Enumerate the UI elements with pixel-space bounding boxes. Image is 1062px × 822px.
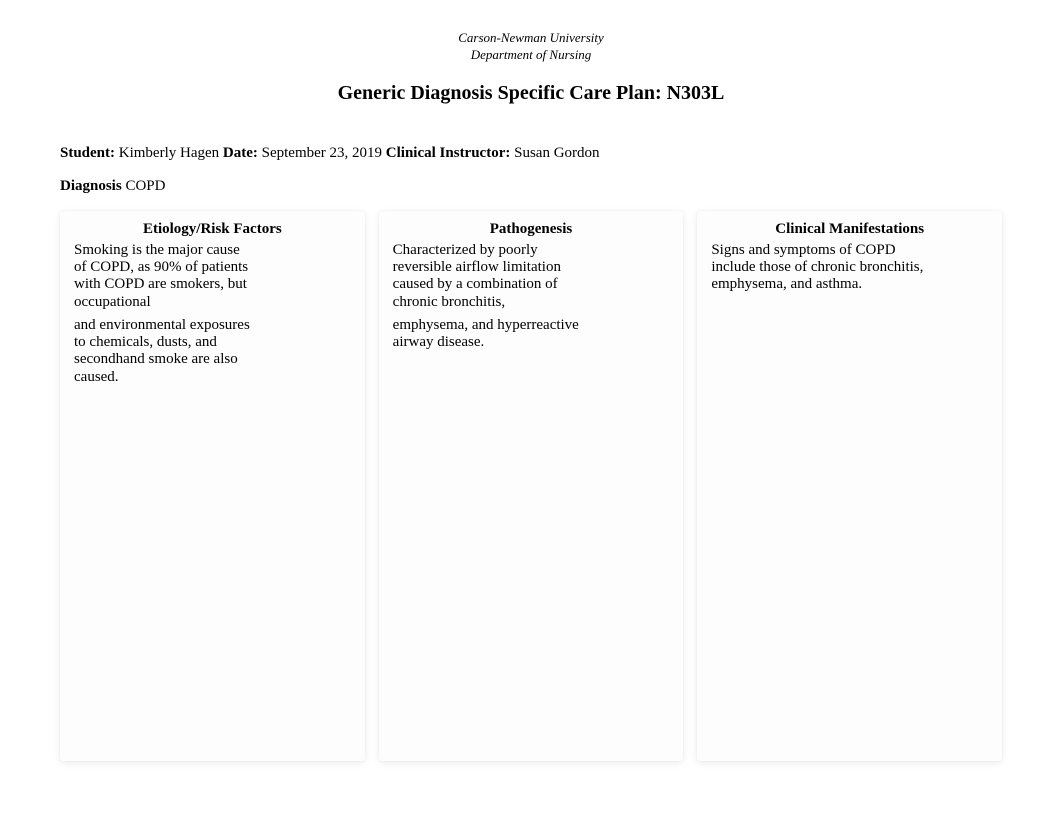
department-name: Department of Nursing <box>60 47 1002 64</box>
manifestations-column: Clinical Manifestations Signs and sympto… <box>697 211 1002 761</box>
date-label: Date: <box>223 145 258 161</box>
instructor-label: Clinical Instructor: <box>386 145 511 161</box>
etiology-header: Etiology/Risk Factors <box>74 221 351 238</box>
student-label: Student: <box>60 145 115 161</box>
pathogenesis-para1: Characterized by poorly reversible airfl… <box>393 242 593 311</box>
document-title: Generic Diagnosis Specific Care Plan: N3… <box>60 82 1002 105</box>
pathogenesis-header: Pathogenesis <box>393 221 670 238</box>
etiology-para2: and environmental exposures to chemicals… <box>74 317 254 386</box>
manifestations-body: Signs and symptoms of COPD include those… <box>711 242 941 294</box>
pathogenesis-body: Characterized by poorly reversible airfl… <box>393 242 593 352</box>
pathogenesis-para2: emphysema, and hyperreactive airway dise… <box>393 317 593 352</box>
diagnosis-value: COPD <box>125 178 165 194</box>
columns-container: Etiology/Risk Factors Smoking is the maj… <box>60 211 1002 761</box>
etiology-column: Etiology/Risk Factors Smoking is the maj… <box>60 211 365 761</box>
manifestations-header: Clinical Manifestations <box>711 221 988 238</box>
university-name: Carson-Newman University <box>60 30 1002 47</box>
date-value: September 23, 2019 <box>262 145 382 161</box>
pathogenesis-column: Pathogenesis Characterized by poorly rev… <box>379 211 684 761</box>
etiology-para1: Smoking is the major cause of COPD, as 9… <box>74 242 254 311</box>
diagnosis-row: Diagnosis COPD <box>60 178 1002 195</box>
instructor-value: Susan Gordon <box>514 145 599 161</box>
manifestations-para1: Signs and symptoms of COPD include those… <box>711 242 941 294</box>
student-value: Kimberly Hagen <box>119 145 219 161</box>
document-page: Carson-Newman University Department of N… <box>0 0 1062 791</box>
diagnosis-label: Diagnosis <box>60 178 122 194</box>
etiology-body: Smoking is the major cause of COPD, as 9… <box>74 242 254 386</box>
meta-row: Student: Kimberly Hagen Date: September … <box>60 145 1002 162</box>
